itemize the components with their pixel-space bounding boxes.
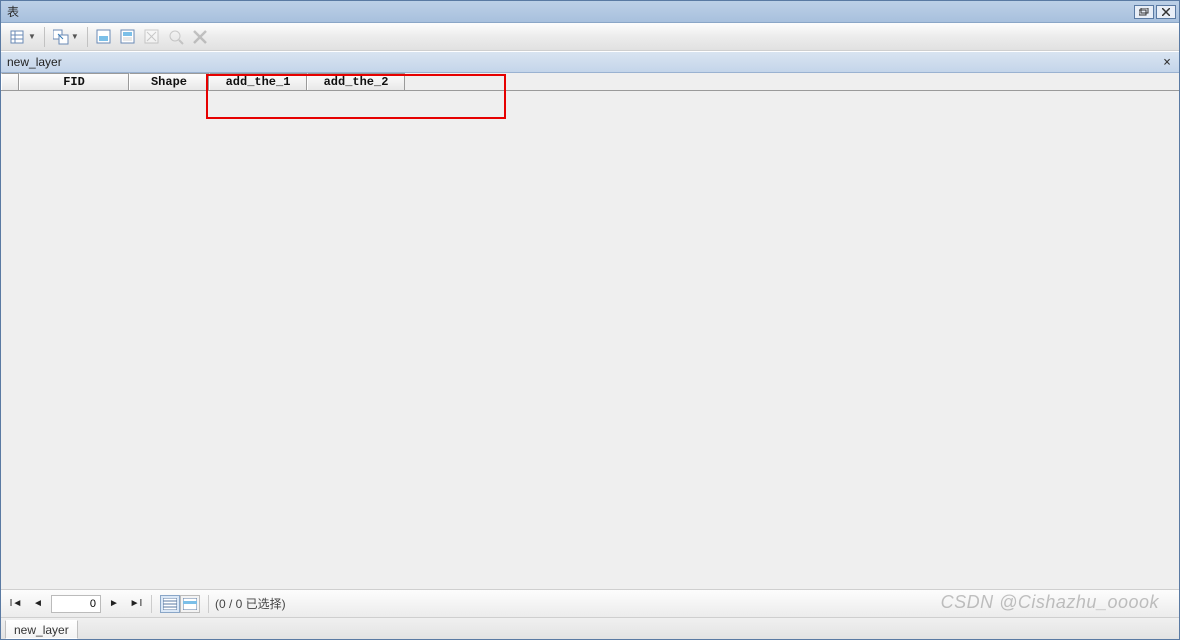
switch-selection-button[interactable] — [117, 26, 139, 48]
view-mode-toggle — [160, 595, 200, 613]
tab-label: new_layer — [14, 623, 69, 637]
close-icon[interactable] — [1156, 5, 1176, 19]
chevron-down-icon: ▼ — [71, 32, 79, 41]
table-options-button[interactable]: ▼ — [7, 26, 39, 48]
next-record-button[interactable]: ► — [105, 595, 123, 613]
prev-record-button[interactable]: ◄ — [29, 595, 47, 613]
clear-selection-button[interactable] — [141, 26, 163, 48]
selection-count-label: (0 / 0 已选择) — [215, 595, 286, 612]
column-header[interactable]: FID — [19, 73, 129, 90]
restore-icon[interactable] — [1134, 5, 1154, 19]
tab-bar: new_layer — [1, 617, 1179, 639]
chevron-down-icon: ▼ — [28, 32, 36, 41]
titlebar: 表 — [1, 1, 1179, 23]
last-record-button[interactable]: ►I — [127, 595, 145, 613]
row-handle-header[interactable] — [1, 73, 19, 90]
table-body-empty — [1, 91, 1179, 589]
window-title: 表 — [7, 3, 19, 20]
layer-tab[interactable]: new_layer — [5, 620, 78, 639]
zoom-selected-button[interactable] — [165, 26, 187, 48]
current-record-input[interactable] — [51, 595, 101, 613]
separator — [151, 595, 152, 613]
window-controls — [1134, 5, 1176, 19]
separator — [208, 595, 209, 613]
column-header[interactable]: add_the_2 — [307, 73, 405, 90]
layer-name-label: new_layer — [7, 55, 62, 69]
window: 表 ▼ ▼ — [0, 0, 1180, 640]
close-layer-button[interactable]: × — [1159, 54, 1175, 70]
show-all-records-button[interactable] — [160, 595, 180, 613]
record-navigator: I◄ ◄ ► ►I (0 / 0 已选择) — [1, 589, 1179, 617]
separator — [87, 27, 88, 47]
show-selected-records-button[interactable] — [180, 595, 200, 613]
delete-selected-button[interactable] — [189, 26, 211, 48]
column-header[interactable]: add_the_1 — [209, 73, 307, 90]
table-header-row: FID Shape add_the_1 add_the_2 — [1, 73, 1179, 91]
column-header[interactable]: Shape — [129, 73, 209, 90]
toolbar: ▼ ▼ — [1, 23, 1179, 51]
attribute-table: FID Shape add_the_1 add_the_2 — [1, 73, 1179, 589]
layer-header: new_layer × — [1, 51, 1179, 73]
separator — [44, 27, 45, 47]
select-by-attributes-button[interactable] — [93, 26, 115, 48]
first-record-button[interactable]: I◄ — [7, 595, 25, 613]
related-tables-button[interactable]: ▼ — [50, 26, 82, 48]
